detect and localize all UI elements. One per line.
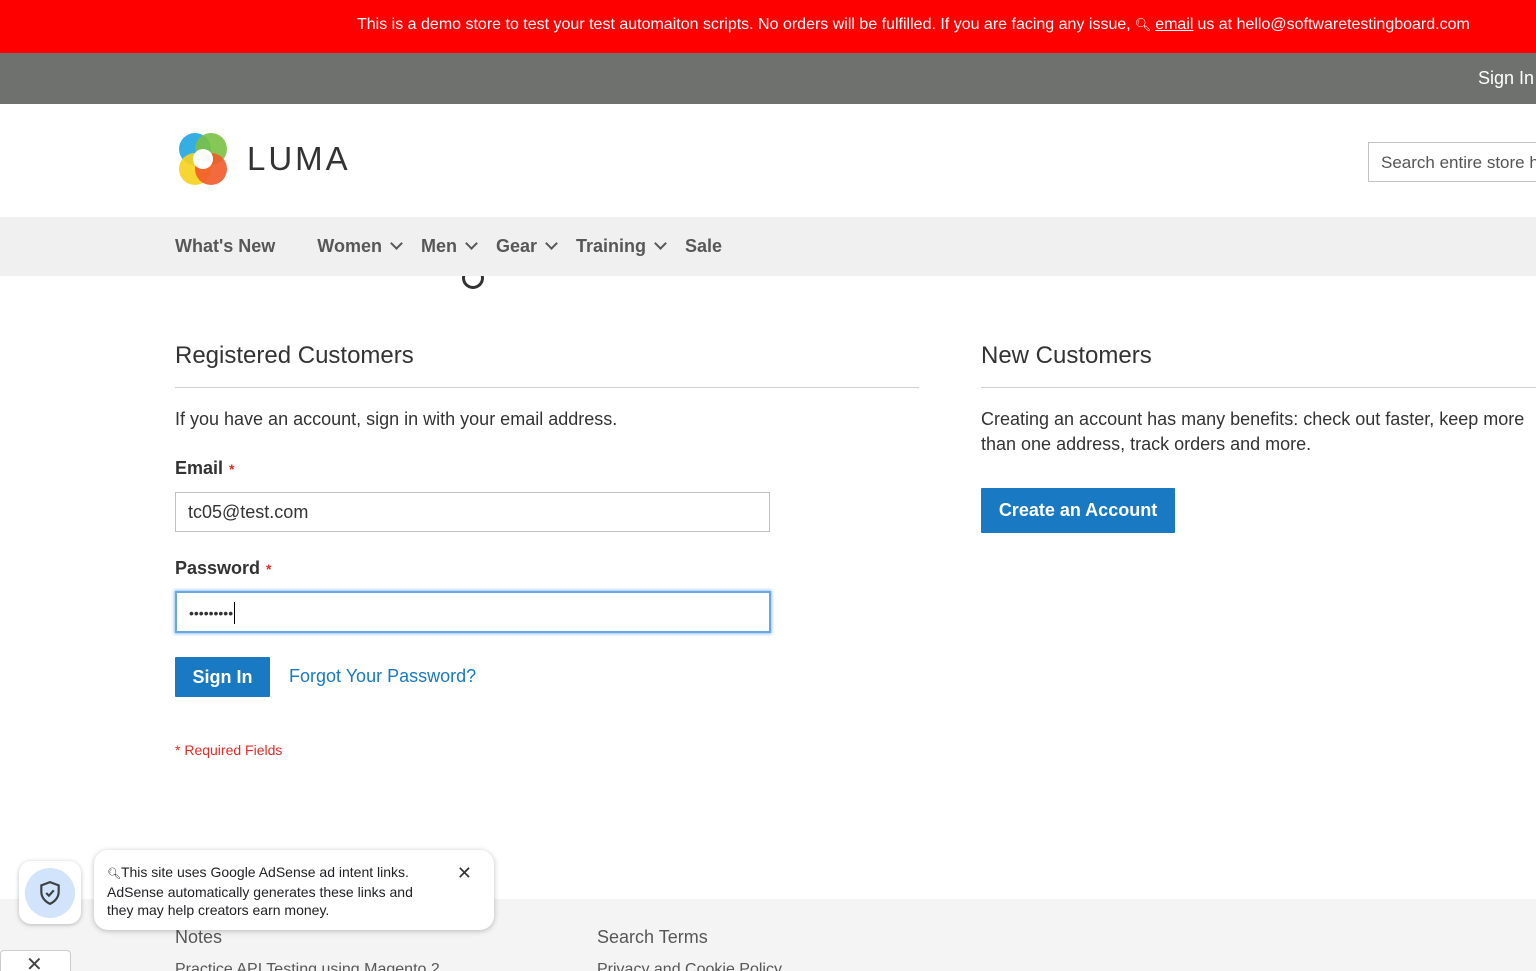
luma-logo[interactable]: LUMA [175,131,351,187]
divider [981,387,1536,388]
logo-wordmark: LUMA [247,140,351,177]
required-fields-note: * Required Fields [175,742,283,758]
magnifier-icon: 🔍︎ [1134,17,1152,32]
banner-tail: us at hello@softwaretestingboard.com [1197,16,1470,33]
footer-api-link[interactable]: Practice API Testing using Magento 2 [175,961,440,971]
demo-store-banner: This is a demo store to test your test a… [0,0,1536,53]
luma-logo-icon [179,133,227,185]
forgot-password-link[interactable]: Forgot Your Password? [289,666,476,687]
nav-item-whats-new[interactable]: What's New [175,236,275,257]
adsense-tooltip-text: This site uses Google AdSense ad intent … [107,864,413,918]
required-marker: * [229,461,235,477]
adsense-tooltip: 🔍︎This site uses Google AdSense ad inten… [94,850,494,930]
collapse-tab[interactable]: ✕ [0,950,71,971]
new-customers-title: New Customers [981,342,1152,369]
nav-label: Training [576,236,647,256]
magnifier-icon: 🔍︎ [107,868,121,880]
nav-item-training[interactable]: Training [576,236,667,257]
password-label-text: Password [175,558,261,578]
footer-privacy-link[interactable]: Privacy and Cookie Policy [597,961,782,971]
sign-in-button[interactable]: Sign In [175,657,270,697]
page-title-fragment [462,276,488,294]
shield-icon-bg [25,867,75,918]
close-icon[interactable]: ✕ [457,864,472,882]
chevron-down-icon [390,237,403,250]
nav-label: Women [317,236,382,256]
email-label: Email * [175,458,234,479]
chevron-down-icon [654,237,667,250]
registered-customers-title: Registered Customers [175,342,414,369]
adsense-shield-button[interactable] [19,861,81,924]
nav-label: What's New [175,236,276,256]
top-signin-link[interactable]: Sign In [1478,68,1534,89]
nav-label: Sale [685,236,723,256]
required-marker: * [266,561,272,577]
top-bar: Sign In [0,53,1536,104]
search-input[interactable]: Search entire store here... [1368,142,1536,182]
banner-email-link[interactable]: email [1155,16,1193,34]
footer-search-terms-link[interactable]: Search Terms [597,927,708,948]
nav-item-men[interactable]: Men [420,236,478,257]
email-label-text: Email [175,458,224,478]
password-field[interactable]: ••••••••• [175,591,771,633]
password-label: Password * [175,558,272,579]
nav-label: Gear [495,236,537,256]
password-mask: ••••••••• [189,605,234,621]
header: LUMA Search entire store here... [0,104,1536,217]
chevron-down-icon [465,237,478,250]
footer-notes-title: Notes [175,927,223,947]
email-field[interactable]: tc05@test.com [175,492,770,532]
new-customers-intro: Creating an account has many benefits: c… [981,409,1525,454]
shield-check-icon [40,880,60,905]
divider [175,387,919,388]
create-account-button[interactable]: Create an Account [981,488,1175,533]
nav-item-gear[interactable]: Gear [495,236,558,257]
banner-text: This is a demo store to test your test a… [357,16,1131,33]
nav-item-sale[interactable]: Sale [685,236,722,257]
nav-label: Men [420,236,457,256]
main-nav: What's New Women Men Gear Training Sale [0,217,1536,276]
nav-item-women[interactable]: Women [317,236,403,257]
close-icon: ✕ [26,954,43,971]
text-caret [234,602,236,625]
chevron-down-icon [545,237,558,250]
registered-intro: If you have an account, sign in with you… [175,409,618,429]
